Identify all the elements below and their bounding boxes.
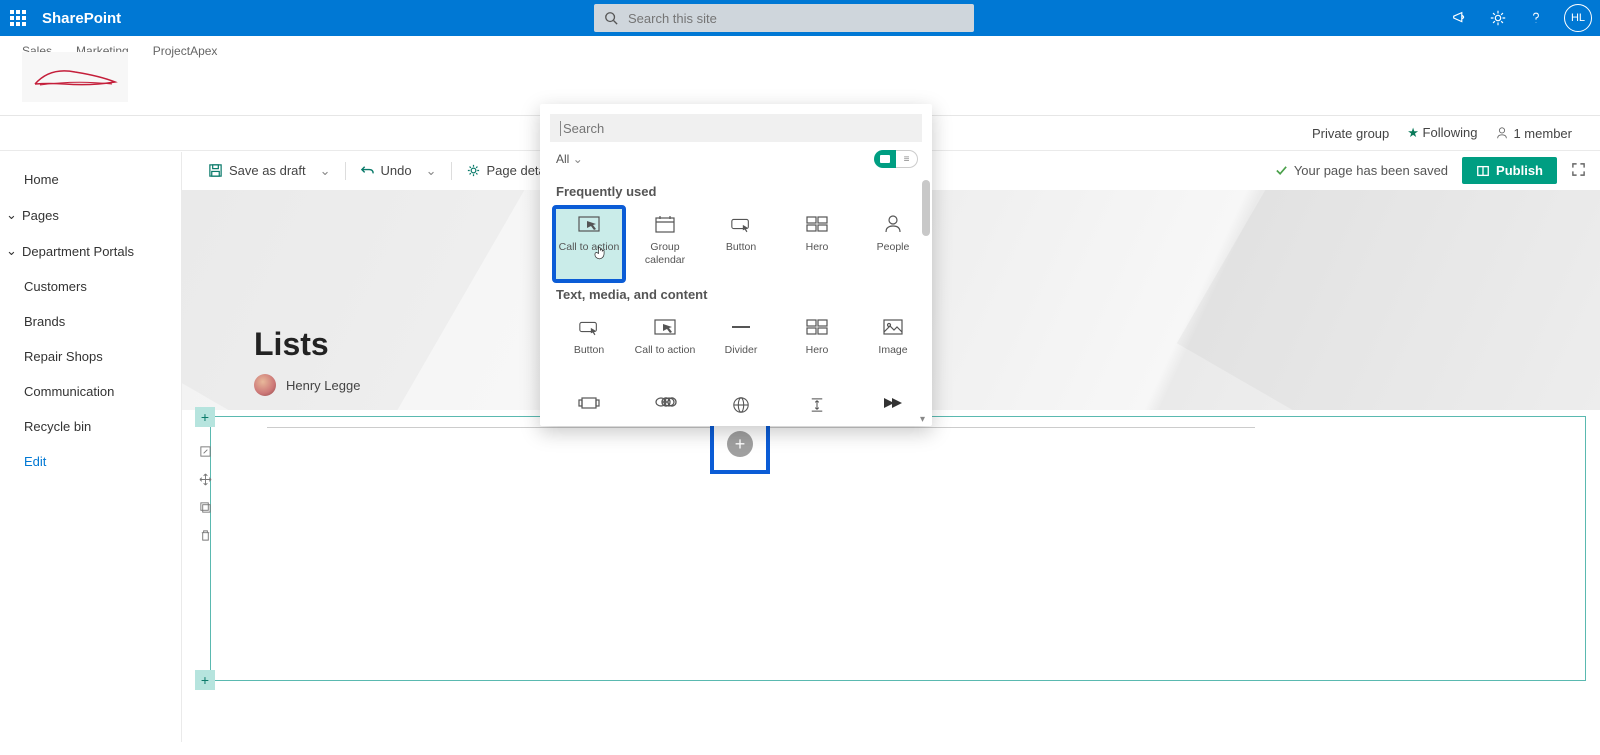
author-name: Henry Legge	[286, 378, 360, 393]
webpart-hero-2[interactable]: Hero	[782, 310, 852, 384]
duplicate-section-icon[interactable]	[195, 497, 215, 517]
webpart-partial-5[interactable]	[858, 390, 928, 416]
add-section-top-button[interactable]: +	[195, 407, 215, 427]
chevron-down-icon: ⌄	[573, 152, 583, 166]
star-icon: ★	[1407, 125, 1419, 140]
section-toolbar	[195, 441, 215, 545]
nav-department-portals[interactable]: ⌄Department Portals	[0, 233, 181, 269]
chevron-down-icon: ⌄	[6, 207, 18, 223]
section-text-media-content: Text, media, and content	[556, 287, 922, 302]
hero-icon	[804, 316, 830, 338]
nav-repair-shops[interactable]: Repair Shops	[0, 339, 181, 374]
megaphone-icon[interactable]	[1450, 8, 1470, 28]
settings-icon[interactable]	[1488, 8, 1508, 28]
check-icon	[1275, 164, 1288, 177]
webpart-button-2[interactable]: Button	[554, 310, 624, 384]
calendar-icon	[652, 213, 678, 235]
undo-button[interactable]: Undo	[360, 163, 412, 178]
delete-section-icon[interactable]	[195, 525, 215, 545]
nav-recycle-bin[interactable]: Recycle bin	[0, 409, 181, 444]
button-icon	[728, 213, 754, 235]
nav-pages[interactable]: ⌄Pages	[0, 197, 181, 233]
author-row: Henry Legge	[254, 374, 360, 396]
publish-button[interactable]: Publish	[1462, 157, 1557, 184]
chevron-down-icon: ⌄	[6, 243, 18, 259]
add-webpart-button[interactable]: +	[727, 431, 753, 457]
webpart-call-to-action[interactable]: Call to action	[554, 207, 624, 281]
nav-edit[interactable]: Edit	[0, 444, 181, 479]
user-avatar[interactable]: HL	[1564, 4, 1592, 32]
image-icon	[880, 316, 906, 338]
link-icon	[652, 396, 678, 408]
site-logo[interactable]	[22, 52, 128, 102]
undo-chevron[interactable]: ⌄	[426, 163, 437, 179]
author-avatar	[254, 374, 276, 396]
call-to-action-icon	[576, 213, 602, 235]
members-button[interactable]: 1 member	[1495, 126, 1572, 141]
help-icon[interactable]	[1526, 8, 1546, 28]
section-frequently-used: Frequently used	[556, 184, 922, 199]
stream-icon	[880, 396, 906, 410]
search-input[interactable]	[628, 11, 964, 26]
move-section-icon[interactable]	[195, 469, 215, 489]
divider-icon	[728, 316, 754, 338]
app-launcher-icon[interactable]	[0, 0, 36, 36]
publish-icon	[1476, 164, 1490, 178]
webpart-divider[interactable]: Divider	[706, 310, 776, 384]
webpart-call-to-action-2[interactable]: Call to action	[630, 310, 700, 384]
globe-icon	[728, 396, 754, 414]
list-view-toggle[interactable]: ≡	[896, 150, 918, 168]
webpart-picker: All ⌄ ≡ ▾ Frequently used Call to action…	[540, 104, 932, 426]
nav-home[interactable]: Home	[0, 162, 181, 197]
webpart-people[interactable]: People	[858, 207, 928, 281]
webpart-hero[interactable]: Hero	[782, 207, 852, 281]
saved-status: Your page has been saved	[1275, 163, 1448, 178]
people-icon	[880, 213, 906, 235]
filter-all-dropdown[interactable]: All ⌄	[556, 152, 583, 166]
section-zone[interactable]: + +	[210, 416, 1586, 681]
suite-search[interactable]	[594, 4, 974, 32]
nav-customers[interactable]: Customers	[0, 269, 181, 304]
person-icon	[1495, 126, 1509, 140]
expand-icon[interactable]	[1571, 162, 1586, 180]
add-section-bottom-button[interactable]: +	[195, 670, 215, 690]
picker-search-input[interactable]	[560, 121, 912, 136]
webpart-partial-1[interactable]	[554, 390, 624, 416]
button-icon	[576, 316, 602, 338]
picker-search[interactable]	[550, 114, 922, 142]
webpart-partial-4[interactable]	[782, 390, 852, 416]
undo-icon	[360, 163, 375, 178]
app-name[interactable]: SharePoint	[42, 10, 121, 27]
cursor-icon	[594, 245, 605, 263]
page-title[interactable]: Lists	[254, 326, 329, 363]
webpart-image[interactable]: Image	[858, 310, 928, 384]
hub-link-projectapex[interactable]: ProjectApex	[153, 44, 218, 58]
call-to-action-icon	[652, 316, 678, 338]
webpart-partial-2[interactable]	[630, 390, 700, 416]
edit-section-icon[interactable]	[195, 441, 215, 461]
following-button[interactable]: ★ Following	[1407, 125, 1477, 141]
webpart-button[interactable]: Button	[706, 207, 776, 281]
left-navigation: Home ⌄Pages ⌄Department Portals Customer…	[0, 152, 182, 742]
save-icon	[208, 163, 223, 178]
nav-communication[interactable]: Communication	[0, 374, 181, 409]
suite-bar: SharePoint HL	[0, 0, 1600, 36]
save-draft-chevron[interactable]: ⌄	[320, 163, 331, 179]
search-icon	[604, 11, 618, 25]
view-toggle[interactable]: ≡	[874, 150, 918, 168]
webpart-group-calendar[interactable]: Group calendar	[630, 207, 700, 281]
image-gallery-icon	[576, 396, 602, 410]
save-draft-button[interactable]: Save as draft	[208, 163, 306, 178]
spacer-icon	[804, 396, 830, 414]
gear-icon	[466, 163, 481, 178]
nav-brands[interactable]: Brands	[0, 304, 181, 339]
grid-view-toggle[interactable]	[874, 150, 896, 168]
group-type-label: Private group	[1312, 126, 1389, 141]
webpart-partial-3[interactable]	[706, 390, 776, 416]
hero-icon	[804, 213, 830, 235]
